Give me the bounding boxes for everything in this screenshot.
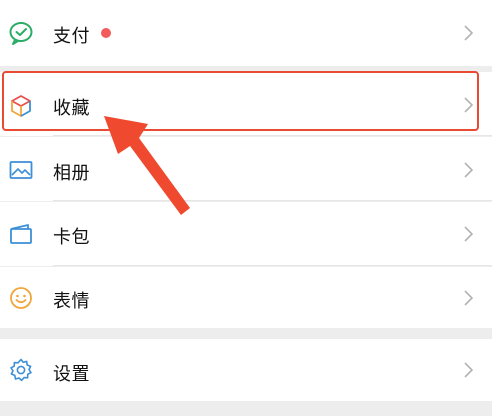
chevron-right-icon <box>462 160 476 180</box>
chevron-right-icon <box>462 224 476 244</box>
menu-item-card-wallet[interactable]: 卡包 <box>0 202 492 266</box>
menu-item-label-emoji: 表情 <box>53 291 90 312</box>
menu-item-settings[interactable]: 设置 <box>0 339 492 401</box>
menu-item-label-card-wallet: 卡包 <box>53 227 90 248</box>
emoji-smile-icon <box>8 285 34 311</box>
wechat-pay-icon <box>8 20 34 46</box>
menu-item-emoji[interactable]: 表情 <box>0 267 492 328</box>
card-wallet-icon <box>8 221 34 247</box>
menu-item-label-pay: 支付 <box>53 26 90 47</box>
menu-item-label-favorites: 收藏 <box>53 98 90 119</box>
chevron-right-icon <box>462 95 476 115</box>
chevron-right-icon <box>462 23 476 43</box>
me-page-menu: 支付 收藏 相册 卡包 表情 设置 <box>0 0 492 416</box>
notification-badge <box>101 28 111 38</box>
row-divider <box>53 265 492 266</box>
menu-item-pay[interactable]: 支付 <box>0 0 492 66</box>
chevron-right-icon <box>462 288 476 308</box>
favorites-cube-icon <box>8 93 34 119</box>
settings-gear-icon <box>8 357 34 383</box>
row-divider <box>53 135 492 136</box>
chevron-right-icon <box>462 360 476 380</box>
menu-item-label-settings: 设置 <box>53 364 90 385</box>
row-divider <box>53 200 492 201</box>
photo-album-icon <box>8 157 34 183</box>
menu-item-label-album: 相册 <box>53 163 90 184</box>
menu-item-album[interactable]: 相册 <box>0 137 492 201</box>
menu-item-favorites[interactable]: 收藏 <box>0 72 492 136</box>
